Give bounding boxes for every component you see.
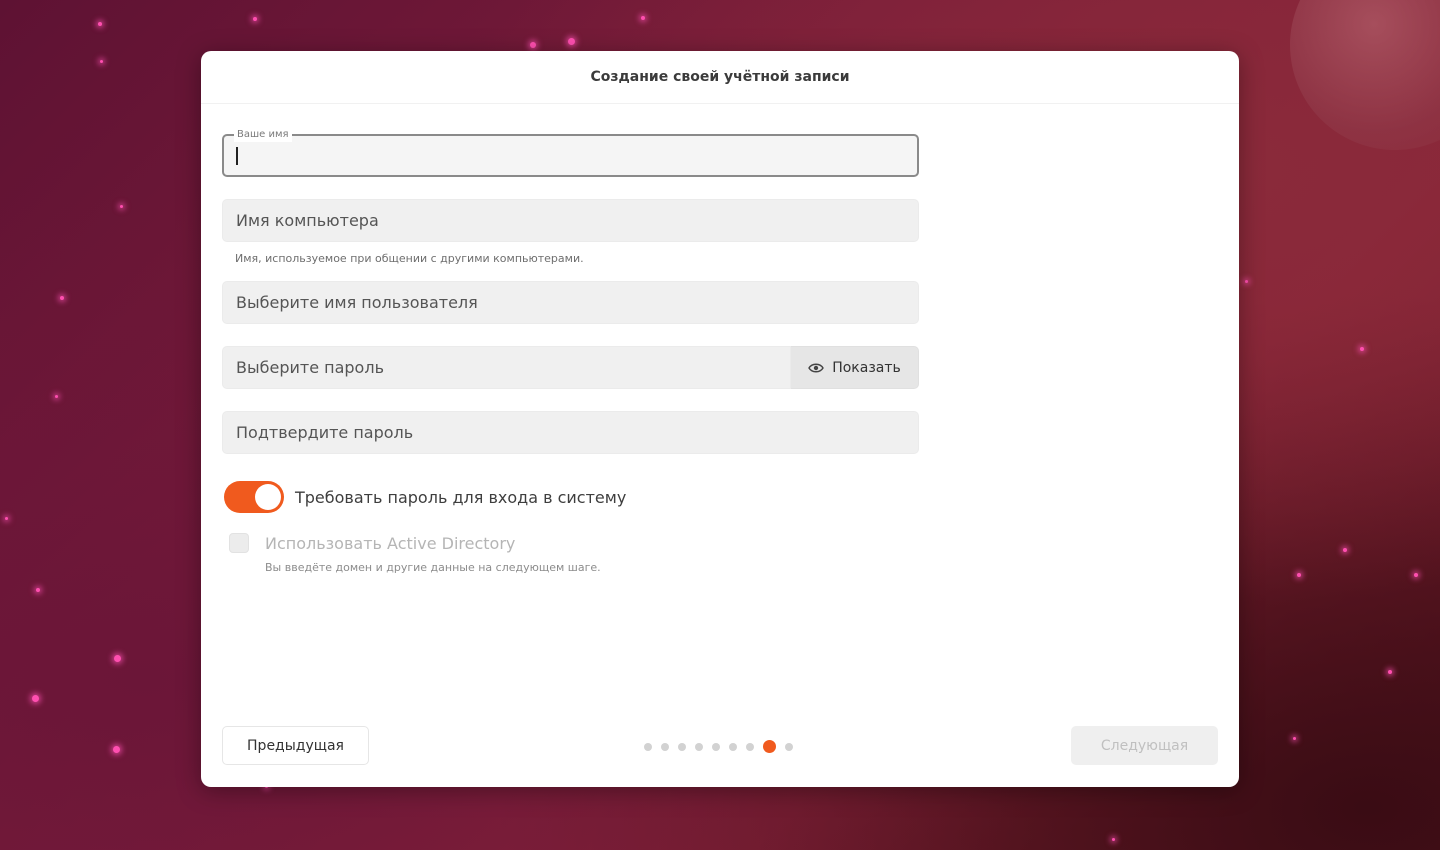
previous-button-label: Предыдущая (247, 737, 344, 754)
star (1388, 670, 1392, 674)
computer-name-placeholder: Имя компьютера (236, 211, 379, 230)
require-password-toggle[interactable] (224, 481, 284, 513)
star (1293, 737, 1296, 740)
active-directory-row: Использовать Active Directory (222, 533, 919, 553)
step-dot (678, 742, 686, 751)
active-directory-checkbox[interactable] (229, 533, 249, 553)
computer-name-hint: Имя, используемое при общении с другими … (235, 252, 584, 265)
step-dot (785, 742, 793, 751)
dialog-title: Создание своей учётной записи (590, 69, 850, 85)
desktop-background: Создание своей учётной записи Ваше имя И… (0, 0, 1440, 850)
account-form: Ваше имя Имя компьютера Имя, используемо… (222, 128, 919, 574)
step-dot (712, 742, 720, 751)
star (1112, 838, 1115, 841)
toggle-knob (255, 484, 281, 510)
star (100, 60, 103, 63)
step-indicator (644, 740, 793, 753)
star (98, 22, 102, 26)
star (120, 205, 123, 208)
confirm-password-placeholder: Подтвердите пароль (236, 423, 414, 442)
star (113, 746, 120, 753)
star (1343, 548, 1347, 552)
star (1360, 347, 1364, 351)
star (5, 517, 8, 520)
star (1414, 573, 1418, 577)
step-dot (644, 742, 652, 751)
show-password-button[interactable]: Показать (791, 346, 919, 389)
your-name-input[interactable]: Ваше имя (222, 128, 919, 177)
previous-button[interactable]: Предыдущая (222, 726, 369, 765)
star (60, 296, 64, 300)
next-button[interactable]: Следующая (1071, 726, 1218, 765)
password-input[interactable]: Выберите пароль (222, 346, 791, 389)
star (1245, 280, 1248, 283)
star (253, 17, 257, 21)
text-caret (236, 147, 238, 165)
show-password-label: Показать (832, 359, 901, 376)
dialog-header: Создание своей учётной записи (201, 51, 1239, 104)
username-input[interactable]: Выберите имя пользователя (222, 281, 919, 324)
step-dot (661, 742, 669, 751)
step-dot-active (763, 740, 776, 753)
star (55, 395, 58, 398)
planet-decoration (1290, 0, 1440, 150)
active-directory-hint: Вы введёте домен и другие данные на след… (265, 561, 601, 574)
eye-icon (808, 363, 825, 372)
star (530, 42, 536, 48)
password-row: Выберите пароль Показать (222, 346, 919, 389)
star (32, 695, 39, 702)
username-placeholder: Выберите имя пользователя (236, 293, 478, 312)
password-placeholder: Выберите пароль (236, 358, 384, 377)
step-dot (695, 742, 703, 751)
star (36, 588, 40, 592)
active-directory-label: Использовать Active Directory (265, 533, 516, 553)
next-button-label: Следующая (1100, 737, 1189, 754)
confirm-password-input[interactable]: Подтвердите пароль (222, 411, 919, 454)
dialog-footer: Предыдущая Следующая (222, 726, 1218, 766)
require-password-label: Требовать пароль для входа в систему (295, 487, 627, 507)
step-dot (746, 742, 754, 751)
star (1297, 573, 1301, 577)
account-setup-dialog: Создание своей учётной записи Ваше имя И… (201, 51, 1239, 787)
star (568, 38, 575, 45)
star (114, 655, 121, 662)
computer-name-input[interactable]: Имя компьютера (222, 199, 919, 242)
step-dot (729, 742, 737, 751)
require-password-row: Требовать пароль для входа в систему (222, 481, 919, 513)
your-name-label: Ваше имя (234, 128, 292, 142)
star (641, 16, 645, 20)
